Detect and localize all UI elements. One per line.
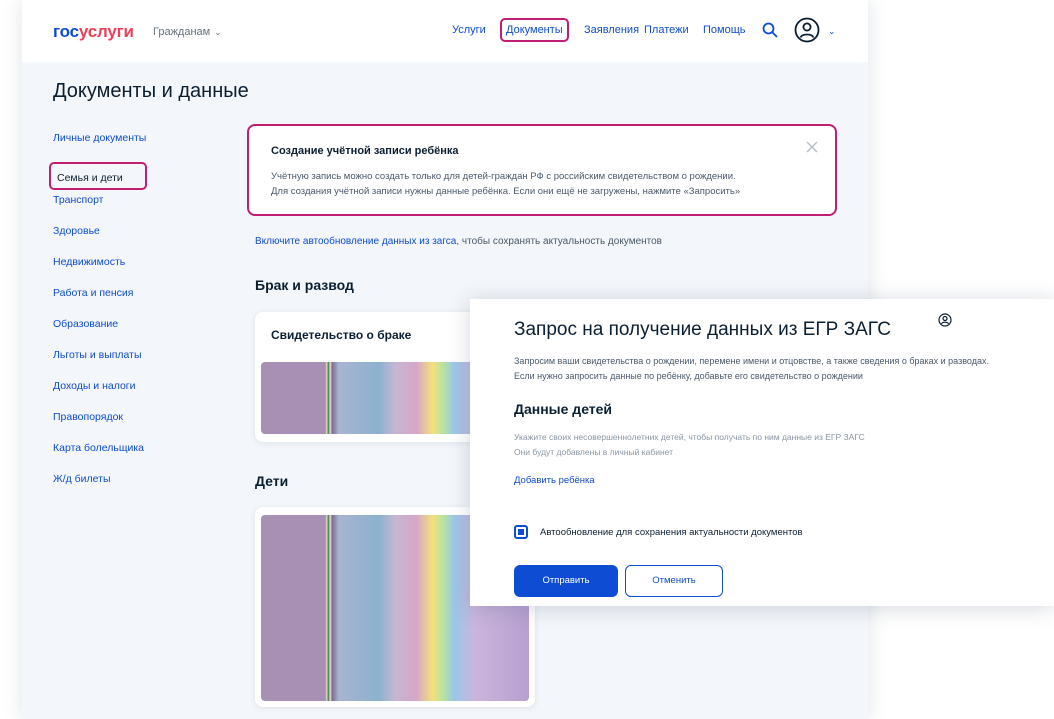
add-child-link[interactable]: Добавить ребёнка (514, 475, 595, 486)
section-marriage-title: Брак и развод (255, 277, 354, 293)
sidebar-item-realty[interactable]: Недвижимость (53, 255, 223, 286)
audience-dropdown[interactable]: Гражданам ⌄ (153, 26, 222, 38)
sidebar: Личные документы Семья и дети Транспорт … (49, 131, 223, 503)
sidebar-item-law[interactable]: Правопорядок (53, 410, 223, 441)
sidebar-item-transport[interactable]: Транспорт (53, 193, 223, 224)
nav-help[interactable]: Помощь (703, 24, 746, 36)
nav-services[interactable]: Услуги (452, 24, 486, 36)
auto-update-checkbox-label: Автообновление для сохранения актуальнос… (540, 527, 803, 538)
banner-line-2: Для создания учётной записи нужны данные… (271, 186, 741, 197)
banner-title: Создание учётной записи ребёнка (271, 145, 459, 157)
sidebar-item-rail-tickets[interactable]: Ж/д билеты (53, 472, 223, 503)
chevron-down-icon[interactable]: ⌄ (828, 26, 836, 37)
sidebar-item-family[interactable]: Семья и дети (49, 162, 147, 190)
close-icon[interactable] (805, 140, 819, 154)
user-icon (938, 313, 952, 327)
page-title: Документы и данные (53, 80, 249, 102)
nav-documents[interactable]: Документы (500, 18, 569, 42)
banner-line-1: Учётную запись можно создать только для … (271, 171, 736, 182)
sidebar-item-education[interactable]: Образование (53, 317, 223, 348)
sidebar-item-benefits[interactable]: Льготы и выплаты (53, 348, 223, 379)
sidebar-item-taxes[interactable]: Доходы и налоги (53, 379, 223, 410)
sidebar-item-fan-card[interactable]: Карта болельщика (53, 441, 223, 472)
children-data-title: Данные детей (514, 401, 613, 417)
auto-update-checkbox[interactable] (514, 525, 528, 539)
section-children-title: Дети (255, 473, 289, 489)
top-bar: госуслуги Гражданам ⌄ Услуги Документы За… (22, 0, 868, 62)
sidebar-item-personal-docs[interactable]: Личные документы (53, 131, 223, 162)
auto-update-hint: Включите автообновление данных из загса,… (255, 236, 662, 247)
children-data-hint: Укажите своих несовершеннолетних детей, … (514, 432, 865, 457)
nav-applications[interactable]: Заявления (584, 24, 639, 36)
modal-description: Запросим ваши свидетельства о рождении, … (514, 356, 989, 381)
send-button[interactable]: Отправить (514, 565, 618, 597)
modal-title: Запрос на получение данных из ЕГР ЗАГС (514, 319, 891, 340)
zags-request-modal: Запрос на получение данных из ЕГР ЗАГС З… (470, 299, 1054, 606)
nav-payments[interactable]: Платежи (644, 24, 689, 36)
sidebar-item-health[interactable]: Здоровье (53, 224, 223, 255)
sidebar-item-work[interactable]: Работа и пенсия (53, 286, 223, 317)
child-account-banner: Создание учётной записи ребёнка Учётную … (247, 124, 837, 216)
chevron-down-icon: ⌄ (214, 27, 222, 37)
gosuslugi-logo[interactable]: госуслуги (53, 22, 134, 42)
search-icon[interactable] (762, 22, 778, 38)
cancel-button[interactable]: Отменить (625, 565, 723, 597)
marriage-card-title: Свидетельство о браке (271, 328, 412, 342)
auto-update-link[interactable]: Включите автообновление данных из загса (255, 236, 456, 247)
user-icon[interactable] (794, 17, 820, 43)
